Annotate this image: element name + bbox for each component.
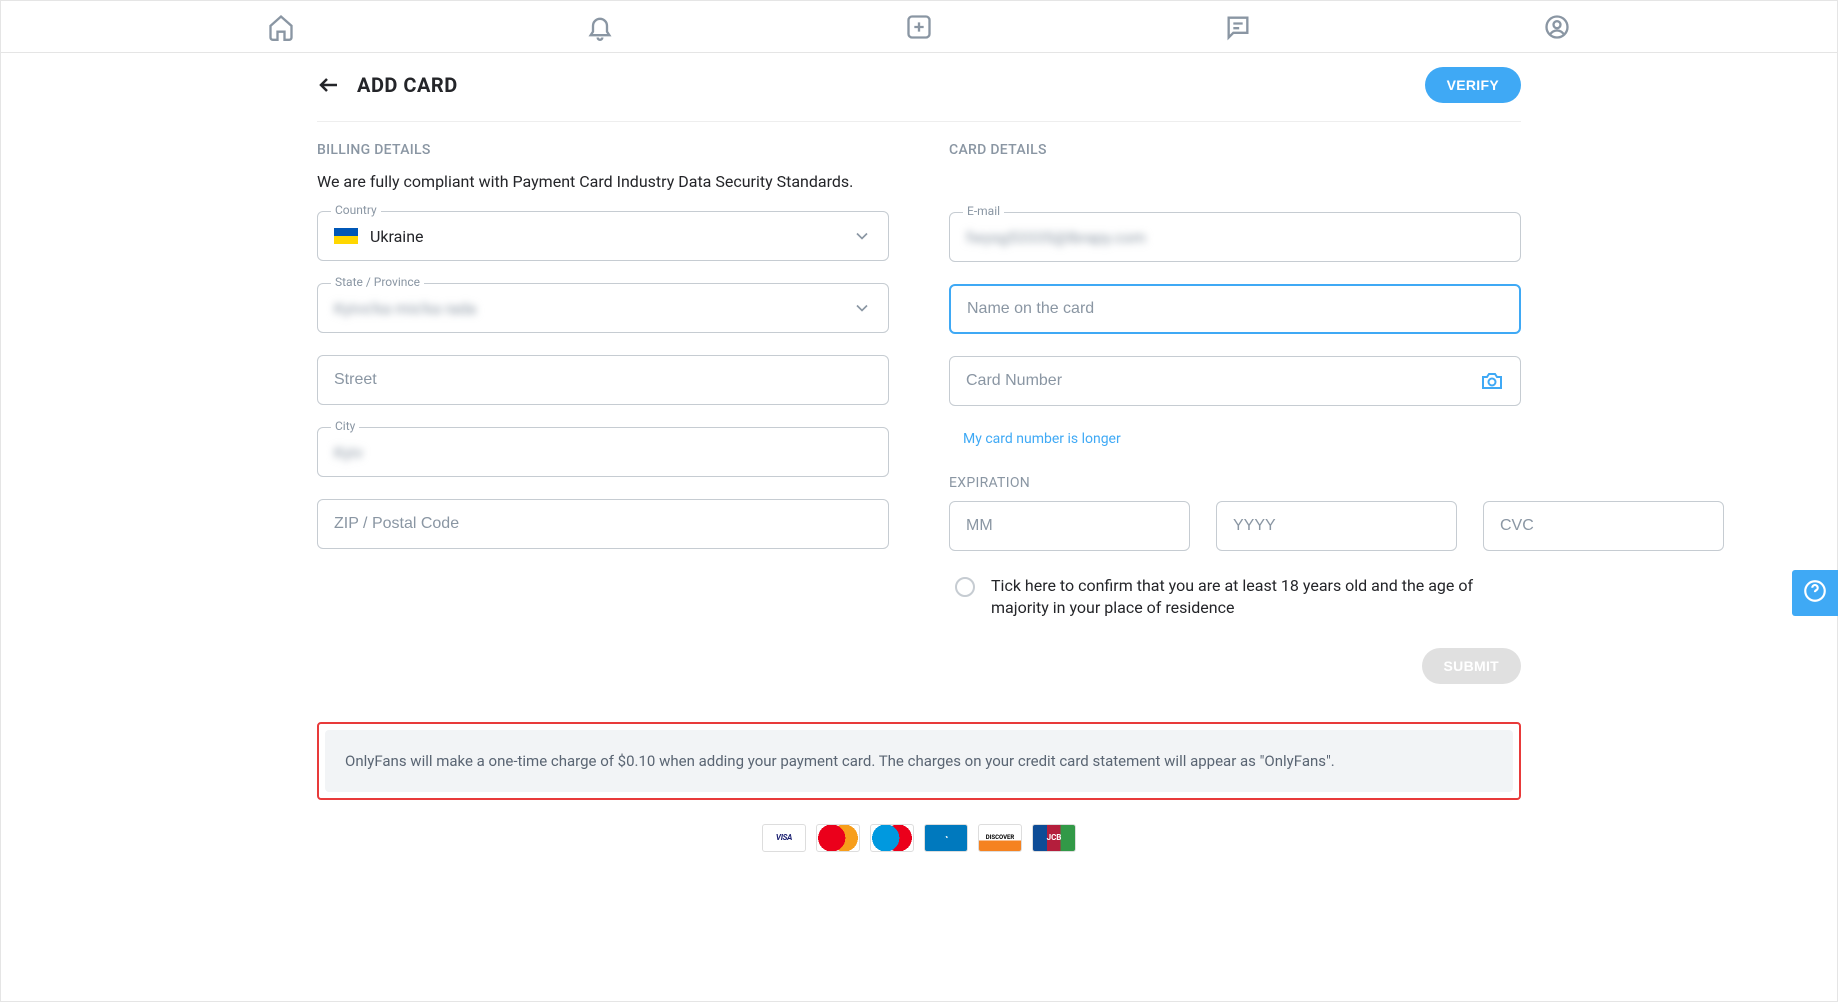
name-on-card-field[interactable] (949, 284, 1521, 334)
cvc-field[interactable] (1483, 501, 1724, 551)
verify-button[interactable]: VERIFY (1425, 67, 1521, 103)
mastercard-logo-icon (816, 824, 860, 852)
compliance-text: We are fully compliant with Payment Card… (317, 172, 889, 191)
email-field[interactable]: E-mail fwysg53335@lbrapy.com (949, 212, 1521, 262)
email-value: fwysg53335@lbrapy.com (966, 228, 1146, 247)
help-icon (1802, 578, 1828, 608)
card-section-title: CARD DETAILS (949, 142, 1521, 158)
billing-section-title: BILLING DETAILS (317, 142, 889, 158)
exp-month-input[interactable] (966, 517, 1173, 535)
top-nav (1, 1, 1837, 53)
age-confirm-checkbox[interactable] (955, 577, 975, 597)
help-fab-button[interactable] (1792, 570, 1838, 616)
age-confirm-label: Tick here to confirm that you are at lea… (991, 575, 1521, 620)
zip-field[interactable] (317, 499, 889, 549)
charge-notice-text: OnlyFans will make a one-time charge of … (325, 730, 1513, 792)
zip-input[interactable] (334, 515, 872, 533)
age-confirm-row[interactable]: Tick here to confirm that you are at lea… (949, 575, 1521, 620)
bell-icon[interactable] (586, 13, 614, 41)
exp-month-field[interactable] (949, 501, 1190, 551)
state-value: Kyivs'ka mis'ka rada (334, 299, 840, 318)
city-label: City (331, 419, 359, 433)
cvc-input[interactable] (1500, 517, 1707, 535)
card-column: CARD DETAILS E-mail fwysg53335@lbrapy.co… (949, 142, 1521, 684)
country-label: Country (331, 203, 381, 217)
chevron-down-icon (852, 298, 872, 318)
country-field[interactable]: Country Ukraine (317, 211, 889, 261)
charge-notice-highlight: OnlyFans will make a one-time charge of … (317, 722, 1521, 800)
diners-logo-icon: ◔ (924, 824, 968, 852)
message-icon[interactable] (1224, 13, 1252, 41)
jcb-logo-icon: JCB (1032, 824, 1076, 852)
maestro-logo-icon (870, 824, 914, 852)
page-header: ADD CARD VERIFY (317, 53, 1521, 122)
billing-column: BILLING DETAILS We are fully compliant w… (317, 142, 889, 684)
exp-year-input[interactable] (1233, 517, 1440, 535)
country-value: Ukraine (370, 227, 840, 246)
visa-logo-icon: VISA (762, 824, 806, 852)
profile-icon[interactable] (1543, 13, 1571, 41)
exp-year-field[interactable] (1216, 501, 1457, 551)
card-number-input[interactable] (966, 372, 1468, 390)
flag-ukraine-icon (334, 228, 358, 244)
state-label: State / Province (331, 275, 424, 289)
street-field[interactable] (317, 355, 889, 405)
card-number-field[interactable] (949, 356, 1521, 406)
camera-icon[interactable] (1480, 369, 1504, 393)
home-icon[interactable] (267, 13, 295, 41)
city-value: Kyiv (334, 443, 363, 462)
back-arrow-icon[interactable] (317, 73, 341, 97)
submit-button[interactable]: SUBMIT (1422, 648, 1521, 684)
card-brand-logos: VISA ◔ DISCOVER JCB (317, 824, 1521, 852)
city-field[interactable]: City Kyiv (317, 427, 889, 477)
name-on-card-input[interactable] (967, 300, 1503, 318)
state-field[interactable]: State / Province Kyivs'ka mis'ka rada (317, 283, 889, 333)
email-label: E-mail (963, 204, 1004, 218)
plus-square-icon[interactable] (905, 13, 933, 41)
chevron-down-icon (852, 226, 872, 246)
street-input[interactable] (334, 371, 872, 389)
expiration-label: EXPIRATION (949, 475, 1521, 491)
card-number-longer-link[interactable]: My card number is longer (963, 431, 1121, 447)
page-title: ADD CARD (357, 73, 458, 97)
discover-logo-icon: DISCOVER (978, 824, 1022, 852)
